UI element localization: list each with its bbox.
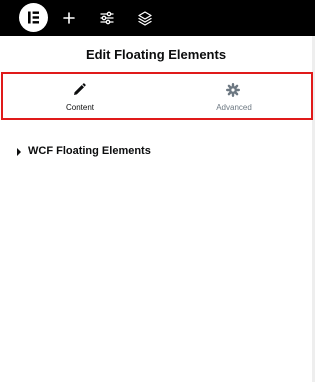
tab-advanced-label: Advanced [216, 103, 252, 112]
top-toolbar [0, 0, 315, 36]
elementor-logo-icon[interactable] [19, 3, 48, 32]
panel-title: Edit Floating Elements [85, 47, 227, 62]
tab-advanced[interactable]: Advanced [157, 74, 311, 118]
caret-right-icon [17, 148, 21, 156]
layers-icon[interactable] [135, 8, 155, 28]
sliders-icon[interactable] [97, 8, 117, 28]
tab-content[interactable]: Content [3, 74, 157, 118]
pencil-icon [71, 82, 87, 98]
gear-icon [225, 82, 241, 98]
section-wcf-floating-elements[interactable]: WCF Floating Elements [14, 143, 294, 163]
panel-tabs: Content Advanced [1, 72, 313, 120]
section-title: WCF Floating Elements [28, 145, 151, 157]
tab-content-label: Content [65, 103, 95, 112]
plus-icon[interactable] [59, 8, 79, 28]
